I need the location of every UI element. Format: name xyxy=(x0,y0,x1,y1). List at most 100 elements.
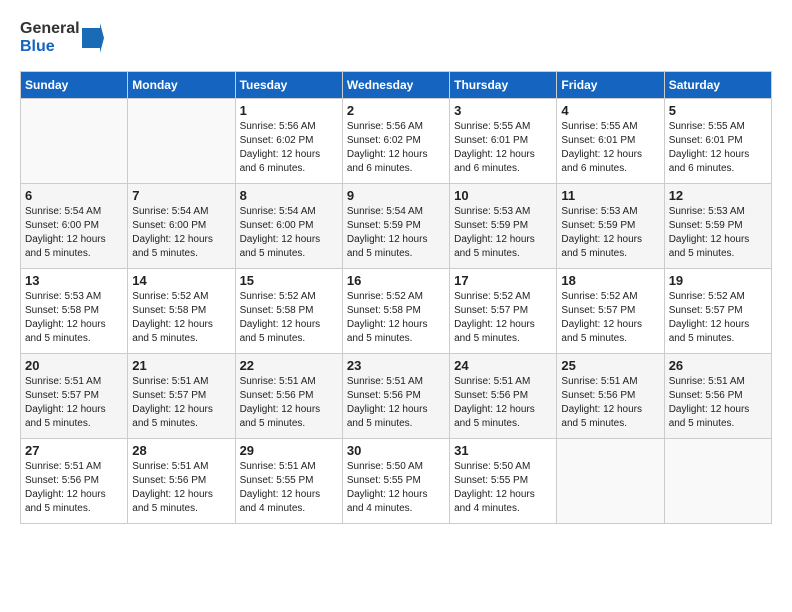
day-info: Sunrise: 5:52 AM Sunset: 5:58 PM Dayligh… xyxy=(132,290,230,346)
calendar-day-cell: 29 Sunrise: 5:51 AM Sunset: 5:55 PM Dayli… xyxy=(235,439,342,524)
day-number: 12 xyxy=(669,188,767,203)
weekday-header: Sunday xyxy=(21,72,128,99)
day-info: Sunrise: 5:54 AM Sunset: 5:59 PM Dayligh… xyxy=(347,205,445,261)
day-number: 14 xyxy=(132,273,230,288)
day-info: Sunrise: 5:52 AM Sunset: 5:57 PM Dayligh… xyxy=(669,290,767,346)
day-info: Sunrise: 5:56 AM Sunset: 6:02 PM Dayligh… xyxy=(347,120,445,176)
calendar-day-cell: 28 Sunrise: 5:51 AM Sunset: 5:56 PM Dayli… xyxy=(128,439,235,524)
day-info: Sunrise: 5:51 AM Sunset: 5:56 PM Dayligh… xyxy=(25,460,123,516)
calendar-day-cell: 2 Sunrise: 5:56 AM Sunset: 6:02 PM Daylig… xyxy=(342,99,449,184)
weekday-header: Saturday xyxy=(664,72,771,99)
day-info: Sunrise: 5:51 AM Sunset: 5:55 PM Dayligh… xyxy=(240,460,338,516)
weekday-header: Tuesday xyxy=(235,72,342,99)
calendar-day-cell: 17 Sunrise: 5:52 AM Sunset: 5:57 PM Dayli… xyxy=(450,269,557,354)
day-number: 21 xyxy=(132,358,230,373)
calendar-day-cell: 1 Sunrise: 5:56 AM Sunset: 6:02 PM Daylig… xyxy=(235,99,342,184)
calendar-day-cell: 10 Sunrise: 5:53 AM Sunset: 5:59 PM Dayli… xyxy=(450,184,557,269)
day-info: Sunrise: 5:55 AM Sunset: 6:01 PM Dayligh… xyxy=(454,120,552,176)
day-number: 18 xyxy=(561,273,659,288)
calendar-day-cell: 3Sunrise: 5:55 AM Sunset: 6:01 PM Daylig… xyxy=(450,99,557,184)
calendar-day-cell xyxy=(128,99,235,184)
calendar-day-cell: 19 Sunrise: 5:52 AM Sunset: 5:57 PM Dayli… xyxy=(664,269,771,354)
day-number: 4 xyxy=(561,103,659,118)
day-number: 28 xyxy=(132,443,230,458)
day-number: 29 xyxy=(240,443,338,458)
day-number: 19 xyxy=(669,273,767,288)
logo: General Blue xyxy=(20,20,104,55)
weekday-header: Wednesday xyxy=(342,72,449,99)
day-number: 2 xyxy=(347,103,445,118)
day-number: 8 xyxy=(240,188,338,203)
day-number: 5 xyxy=(669,103,767,118)
logo-general-text: General xyxy=(20,20,80,38)
calendar-day-cell: 16Sunrise: 5:52 AM Sunset: 5:58 PM Dayli… xyxy=(342,269,449,354)
calendar-day-cell: 14 Sunrise: 5:52 AM Sunset: 5:58 PM Dayli… xyxy=(128,269,235,354)
day-number: 25 xyxy=(561,358,659,373)
calendar-day-cell: 12 Sunrise: 5:53 AM Sunset: 5:59 PM Dayli… xyxy=(664,184,771,269)
day-info: Sunrise: 5:51 AM Sunset: 5:57 PM Dayligh… xyxy=(132,375,230,431)
calendar-day-cell: 31 Sunrise: 5:50 AM Sunset: 5:55 PM Dayli… xyxy=(450,439,557,524)
day-info: Sunrise: 5:51 AM Sunset: 5:56 PM Dayligh… xyxy=(132,460,230,516)
calendar-day-cell: 15 Sunrise: 5:52 AM Sunset: 5:58 PM Dayli… xyxy=(235,269,342,354)
day-number: 10 xyxy=(454,188,552,203)
day-number: 7 xyxy=(132,188,230,203)
day-number: 24 xyxy=(454,358,552,373)
day-info: Sunrise: 5:55 AM Sunset: 6:01 PM Dayligh… xyxy=(561,120,659,176)
day-info: Sunrise: 5:56 AM Sunset: 6:02 PM Dayligh… xyxy=(240,120,338,176)
day-info: Sunrise: 5:51 AM Sunset: 5:56 PM Dayligh… xyxy=(347,375,445,431)
weekday-header: Friday xyxy=(557,72,664,99)
day-number: 16 xyxy=(347,273,445,288)
logo-arrow-icon xyxy=(82,23,104,53)
calendar-day-cell: 6 Sunrise: 5:54 AM Sunset: 6:00 PM Daylig… xyxy=(21,184,128,269)
weekday-header: Thursday xyxy=(450,72,557,99)
calendar-day-cell xyxy=(557,439,664,524)
calendar-day-cell: 11Sunrise: 5:53 AM Sunset: 5:59 PM Dayli… xyxy=(557,184,664,269)
day-number: 31 xyxy=(454,443,552,458)
weekday-header: Monday xyxy=(128,72,235,99)
day-number: 15 xyxy=(240,273,338,288)
day-info: Sunrise: 5:54 AM Sunset: 6:00 PM Dayligh… xyxy=(240,205,338,261)
day-info: Sunrise: 5:53 AM Sunset: 5:59 PM Dayligh… xyxy=(669,205,767,261)
page-header: General Blue xyxy=(20,20,772,55)
day-info: Sunrise: 5:51 AM Sunset: 5:56 PM Dayligh… xyxy=(561,375,659,431)
day-number: 23 xyxy=(347,358,445,373)
calendar-day-cell xyxy=(21,99,128,184)
logo-blue-text: Blue xyxy=(20,38,80,56)
day-number: 20 xyxy=(25,358,123,373)
day-number: 1 xyxy=(240,103,338,118)
day-info: Sunrise: 5:54 AM Sunset: 6:00 PM Dayligh… xyxy=(25,205,123,261)
day-info: Sunrise: 5:54 AM Sunset: 6:00 PM Dayligh… xyxy=(132,205,230,261)
calendar-day-cell: 23 Sunrise: 5:51 AM Sunset: 5:56 PM Dayli… xyxy=(342,354,449,439)
day-info: Sunrise: 5:50 AM Sunset: 5:55 PM Dayligh… xyxy=(454,460,552,516)
calendar-day-cell: 18Sunrise: 5:52 AM Sunset: 5:57 PM Dayli… xyxy=(557,269,664,354)
calendar-day-cell: 22Sunrise: 5:51 AM Sunset: 5:56 PM Dayli… xyxy=(235,354,342,439)
calendar-day-cell: 9 Sunrise: 5:54 AM Sunset: 5:59 PM Daylig… xyxy=(342,184,449,269)
calendar-week-row: 1 Sunrise: 5:56 AM Sunset: 6:02 PM Daylig… xyxy=(21,99,772,184)
day-info: Sunrise: 5:52 AM Sunset: 5:57 PM Dayligh… xyxy=(454,290,552,346)
calendar-day-cell: 20 Sunrise: 5:51 AM Sunset: 5:57 PM Dayli… xyxy=(21,354,128,439)
day-info: Sunrise: 5:51 AM Sunset: 5:56 PM Dayligh… xyxy=(240,375,338,431)
day-number: 9 xyxy=(347,188,445,203)
calendar-day-cell: 21 Sunrise: 5:51 AM Sunset: 5:57 PM Dayli… xyxy=(128,354,235,439)
day-info: Sunrise: 5:53 AM Sunset: 5:58 PM Dayligh… xyxy=(25,290,123,346)
day-info: Sunrise: 5:51 AM Sunset: 5:56 PM Dayligh… xyxy=(669,375,767,431)
day-info: Sunrise: 5:53 AM Sunset: 5:59 PM Dayligh… xyxy=(561,205,659,261)
day-info: Sunrise: 5:55 AM Sunset: 6:01 PM Dayligh… xyxy=(669,120,767,176)
day-number: 6 xyxy=(25,188,123,203)
calendar-day-cell: 5 Sunrise: 5:55 AM Sunset: 6:01 PM Daylig… xyxy=(664,99,771,184)
day-info: Sunrise: 5:53 AM Sunset: 5:59 PM Dayligh… xyxy=(454,205,552,261)
calendar-day-cell: 27Sunrise: 5:51 AM Sunset: 5:56 PM Dayli… xyxy=(21,439,128,524)
day-number: 17 xyxy=(454,273,552,288)
day-info: Sunrise: 5:51 AM Sunset: 5:57 PM Dayligh… xyxy=(25,375,123,431)
day-info: Sunrise: 5:52 AM Sunset: 5:58 PM Dayligh… xyxy=(240,290,338,346)
day-number: 13 xyxy=(25,273,123,288)
day-info: Sunrise: 5:50 AM Sunset: 5:55 PM Dayligh… xyxy=(347,460,445,516)
calendar-day-cell: 13 Sunrise: 5:53 AM Sunset: 5:58 PM Dayli… xyxy=(21,269,128,354)
calendar-day-cell: 8 Sunrise: 5:54 AM Sunset: 6:00 PM Daylig… xyxy=(235,184,342,269)
calendar-day-cell xyxy=(664,439,771,524)
calendar-day-cell: 25 Sunrise: 5:51 AM Sunset: 5:56 PM Dayli… xyxy=(557,354,664,439)
calendar-header-row: SundayMondayTuesdayWednesdayThursdayFrid… xyxy=(21,72,772,99)
day-number: 30 xyxy=(347,443,445,458)
calendar-body: 1 Sunrise: 5:56 AM Sunset: 6:02 PM Daylig… xyxy=(21,99,772,524)
calendar-week-row: 20 Sunrise: 5:51 AM Sunset: 5:57 PM Dayli… xyxy=(21,354,772,439)
